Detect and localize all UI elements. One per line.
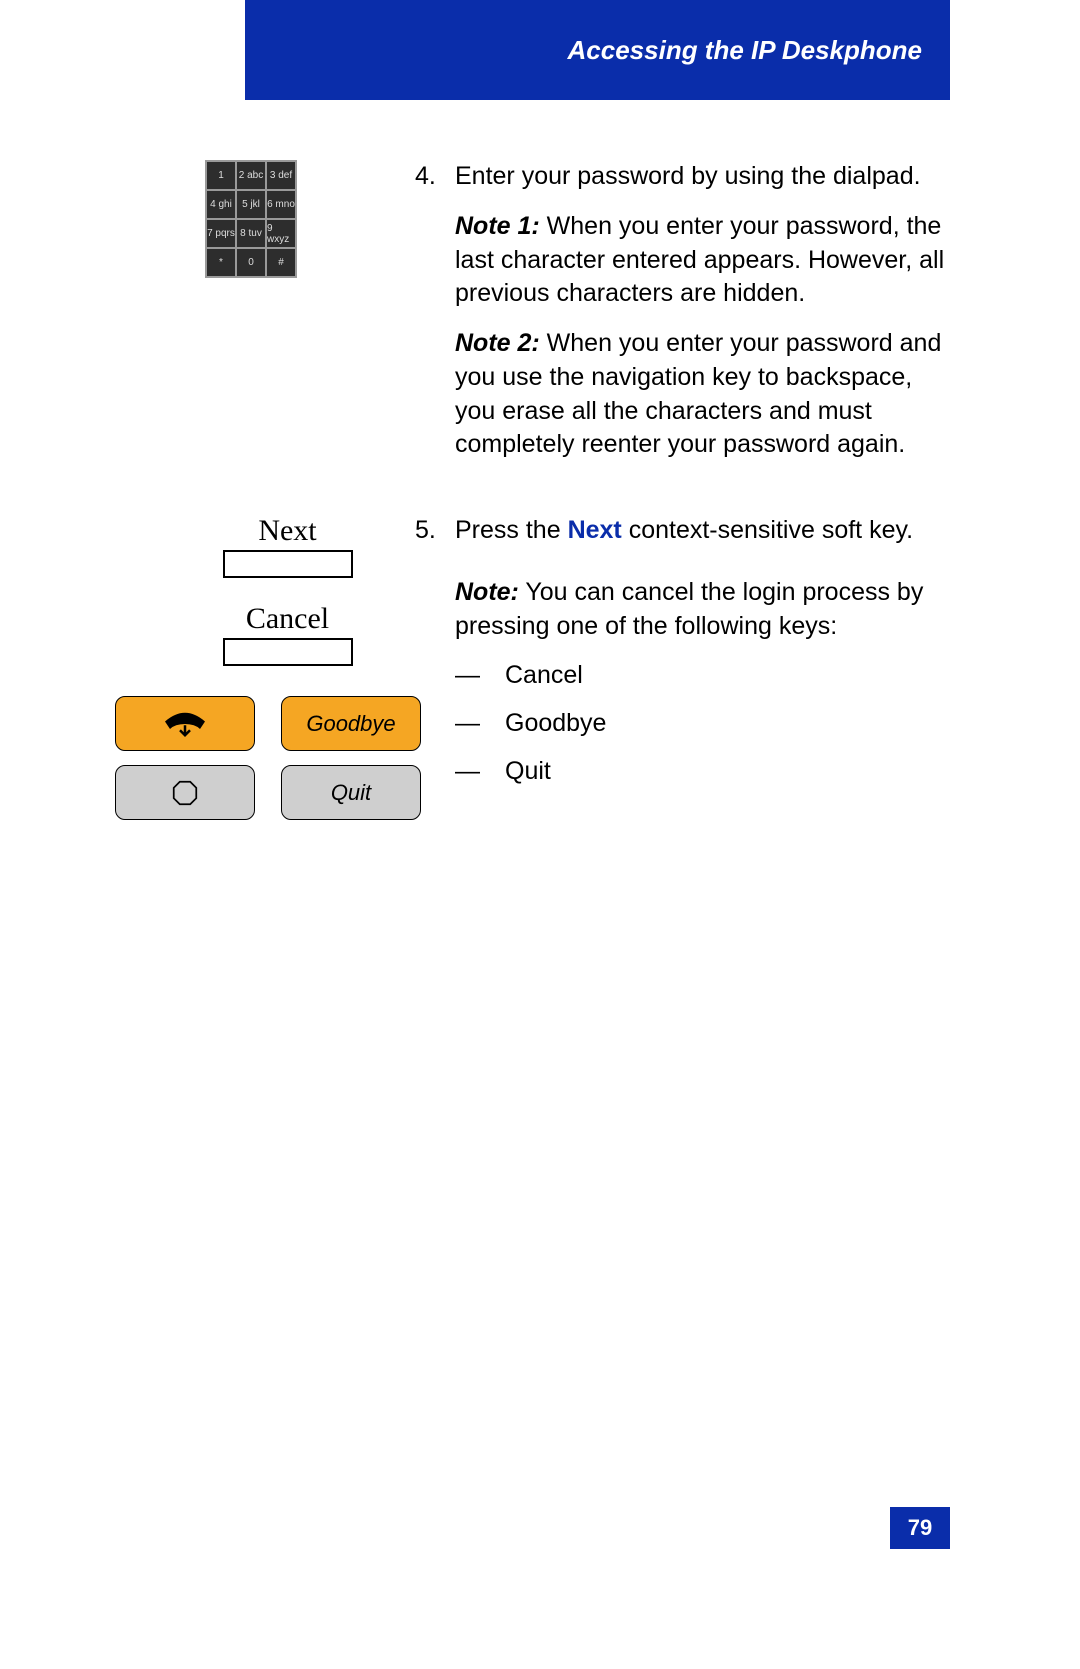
list-item-text: Quit	[505, 755, 551, 789]
step-4-main: 4. Enter your password by using the dial…	[415, 160, 950, 194]
next-keyword: Next	[568, 516, 622, 544]
list-item-text: Cancel	[505, 659, 583, 693]
page-header: Accessing the IP Deskphone	[245, 0, 950, 100]
list-item: — Cancel	[455, 659, 950, 693]
step-4-note-2: Note 2: When you enter your password and…	[415, 327, 950, 462]
step-text-after: context-sensitive soft key.	[622, 516, 913, 544]
step-4-row: 1 2 abc 3 def 4 ghi 5 jkl 6 mno 7 pqrs 8…	[105, 160, 950, 478]
octagon-icon	[172, 780, 198, 806]
dialpad-key: 0	[237, 249, 265, 276]
dash-bullet: —	[455, 659, 505, 693]
softkey-cancel-image: Cancel	[190, 602, 385, 666]
page-number: 79	[890, 1507, 950, 1549]
cancel-options-list: — Cancel — Goodbye — Quit	[415, 659, 950, 788]
dialpad-key: 6 mno	[267, 191, 295, 218]
softkey-label: Next	[190, 514, 385, 548]
stop-key-icon	[115, 765, 255, 820]
dash-bullet: —	[455, 707, 505, 741]
dialpad-key: 9 wxyz	[267, 220, 295, 247]
header-title: Accessing the IP Deskphone	[568, 35, 922, 66]
dialpad-key: #	[267, 249, 295, 276]
dialpad-image: 1 2 abc 3 def 4 ghi 5 jkl 6 mno 7 pqrs 8…	[105, 160, 385, 278]
note-label: Note 1:	[455, 212, 540, 240]
dash-bullet: —	[455, 755, 505, 789]
dialpad-key: 4 ghi	[207, 191, 235, 218]
page-number-text: 79	[908, 1515, 932, 1541]
step-text: Press the Next context-sensitive soft ke…	[455, 514, 950, 548]
step-4-note-1: Note 1: When you enter your password, th…	[415, 210, 950, 311]
step-5-images: Next Cancel Goodbye	[105, 514, 385, 820]
dialpad-key: 1	[207, 162, 235, 189]
hw-button-label: Quit	[331, 780, 371, 806]
hw-button-label: Goodbye	[306, 711, 395, 737]
dialpad-key: 5 jkl	[237, 191, 265, 218]
manual-page: Accessing the IP Deskphone 1 2 abc 3 def…	[0, 0, 1080, 1669]
note-text: You can cancel the login process by pres…	[455, 578, 923, 640]
step-text: Enter your password by using the dialpad…	[455, 160, 950, 194]
dialpad-key: 2 abc	[237, 162, 265, 189]
hardware-buttons-image: Goodbye Quit	[115, 690, 385, 820]
dialpad-key: 3 def	[267, 162, 295, 189]
dialpad-key: *	[207, 249, 235, 276]
step-number: 4.	[415, 160, 455, 194]
softkey-label: Cancel	[190, 602, 385, 636]
list-item: — Quit	[455, 755, 950, 789]
step-5-row: Next Cancel Goodbye	[105, 514, 950, 820]
softkey-box-icon	[223, 638, 353, 666]
list-item-text: Goodbye	[505, 707, 606, 741]
step-5-note: Note: You can cancel the login process b…	[415, 576, 950, 644]
dialpad-key: 8 tuv	[237, 220, 265, 247]
handset-icon	[160, 709, 210, 739]
softkey-next-image: Next	[190, 514, 385, 578]
note-label: Note 2:	[455, 329, 540, 357]
note-label: Note:	[455, 578, 519, 606]
page-content: 1 2 abc 3 def 4 ghi 5 jkl 6 mno 7 pqrs 8…	[105, 160, 950, 856]
handset-down-key-icon	[115, 696, 255, 751]
step-5-text: 5. Press the Next context-sensitive soft…	[385, 514, 950, 803]
list-item: — Goodbye	[455, 707, 950, 741]
step-text-before: Press the	[455, 516, 568, 544]
step-4-text: 4. Enter your password by using the dial…	[385, 160, 950, 478]
dialpad-key: 7 pqrs	[207, 220, 235, 247]
step-5-main: 5. Press the Next context-sensitive soft…	[415, 514, 950, 548]
softkey-box-icon	[223, 550, 353, 578]
step-number: 5.	[415, 514, 455, 548]
dialpad-icon: 1 2 abc 3 def 4 ghi 5 jkl 6 mno 7 pqrs 8…	[205, 160, 297, 278]
